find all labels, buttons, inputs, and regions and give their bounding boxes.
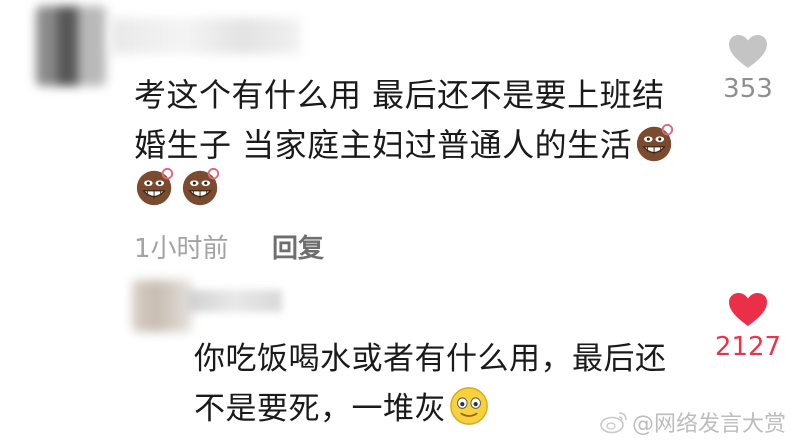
reply-line: 你吃饭喝水或者有什么用，最后还 <box>194 341 667 377</box>
heart-filled-icon <box>729 293 767 326</box>
doge-grin-emoji <box>136 167 174 206</box>
reply-button[interactable]: 回复 <box>272 228 324 265</box>
comment-time: 1小时前 <box>134 234 229 264</box>
smile-emoji <box>450 387 488 425</box>
like-count: 2127 <box>714 332 782 362</box>
like-count: 353 <box>723 74 773 104</box>
comment-line-with-emoji: 婚生子 当家庭主妇过普通人的生活 <box>134 120 694 170</box>
heart-outline-icon <box>729 35 767 68</box>
watermark-text: @网络发言大赏 <box>631 412 786 437</box>
like-button-liked[interactable]: 2127 <box>712 292 784 362</box>
avatar[interactable] <box>132 280 192 332</box>
emoji-row <box>134 166 694 220</box>
username-blurred[interactable] <box>186 290 282 312</box>
doge-grin-emoji <box>637 123 674 162</box>
weibo-logo-icon <box>600 412 627 434</box>
like-button[interactable]: 353 <box>718 34 778 104</box>
avatar[interactable] <box>36 6 106 86</box>
username-blurred[interactable] <box>110 18 300 54</box>
comment-body: 考这个有什么用 最后还不是要上班结 婚生子 当家庭主妇过普通人的生活 <box>134 70 694 220</box>
watermark: @网络发言大赏 <box>600 406 786 438</box>
doge-grin-emoji <box>182 167 220 206</box>
comment-line: 考这个有什么用 最后还不是要上班结 <box>134 76 665 114</box>
